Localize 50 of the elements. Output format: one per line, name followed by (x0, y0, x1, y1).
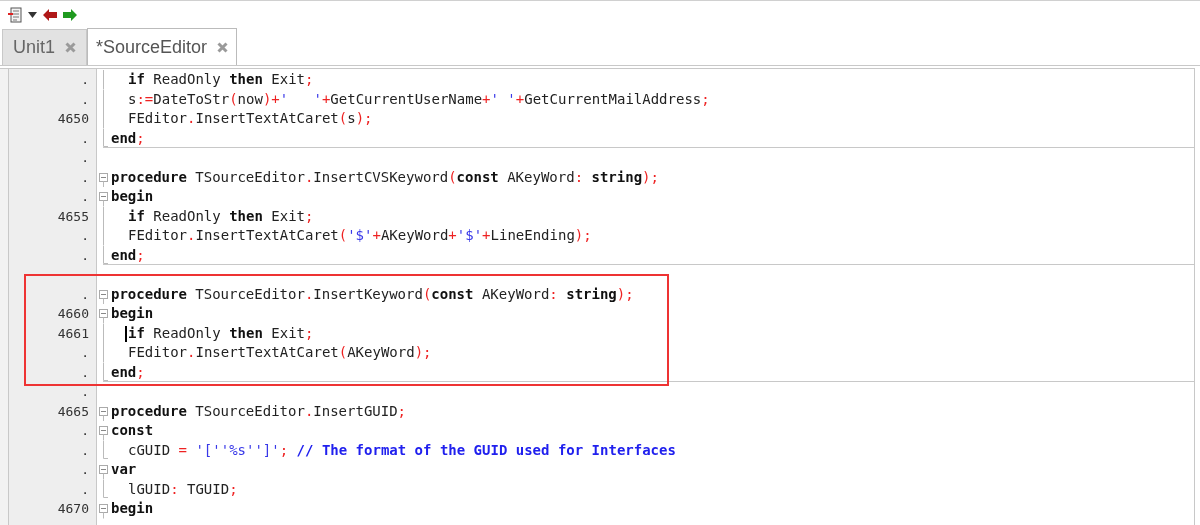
code-line: end; (111, 245, 145, 265)
line-number: . (81, 130, 89, 146)
line-number: . (81, 247, 89, 263)
code-line: if ReadOnly then Exit; (128, 70, 314, 89)
line-number: . (81, 189, 89, 204)
line-number: . (81, 364, 89, 380)
code-line: end; (111, 128, 145, 148)
code-line: procedure TSourceEditor.InsertGUID; (111, 401, 407, 421)
line-number: . (81, 228, 89, 243)
line-number: . (81, 91, 89, 107)
line-number: 4650 (57, 111, 89, 126)
code-line: var (111, 460, 137, 479)
back-arrow-icon[interactable] (43, 8, 57, 21)
line-number: 4655 (57, 208, 89, 224)
code-line: FEditor.InsertTextAtCaret(s); (128, 109, 373, 128)
code-line: s:=DateToStr(now)+' '+GetCurrentUserName+' '+GetCurrentMailAddress; (128, 89, 710, 109)
code-line: if ReadOnly then Exit; (128, 206, 314, 226)
code-line: if ReadOnly then Exit; (128, 323, 314, 343)
document-list-icon[interactable] (8, 6, 22, 23)
editor-tab[interactable]: *SourceEditor (87, 28, 238, 65)
code-line: cGUID = '[''%s'']'; // The format of the GUID used for Interfaces (128, 440, 676, 460)
line-number: . (81, 481, 89, 497)
line-number: . (81, 169, 89, 185)
line-number: . (81, 384, 89, 399)
code-line: begin (111, 187, 154, 206)
line-number: 4660 (57, 306, 89, 321)
forward-arrow-icon[interactable] (63, 8, 77, 21)
line-number: . (81, 423, 89, 438)
line-number: . (81, 462, 89, 477)
line-number: 4665 (57, 403, 89, 419)
dropdown-caret-icon[interactable] (28, 11, 37, 18)
line-number: . (81, 150, 89, 165)
code-line: procedure TSourceEditor.InsertKeyword(const AKeyWord: string); (111, 284, 634, 304)
line-number: . (81, 72, 89, 87)
code-line: FEditor.InsertTextAtCaret(AKeyWord); (128, 343, 432, 362)
editor-tab[interactable]: Unit1 (2, 29, 88, 65)
code-line: procedure TSourceEditor.InsertCVSKeyword(const AKeyWord: string); (111, 167, 659, 187)
line-number: . (81, 442, 89, 458)
code-line: end; (111, 362, 145, 382)
close-icon[interactable] (65, 42, 77, 53)
code-line: const (111, 421, 154, 440)
line-number: . (81, 286, 89, 302)
code-line: FEditor.InsertTextAtCaret('$'+AKeyWord+'$'+LineEnding); (128, 226, 592, 245)
line-number: 4661 (57, 325, 89, 341)
code-line: lGUID: TGUID; (128, 479, 238, 499)
line-number: . (81, 345, 89, 360)
line-number: 4670 (57, 501, 89, 516)
code-line: begin (111, 304, 154, 323)
code-line: begin (111, 499, 154, 518)
close-icon[interactable] (217, 41, 229, 53)
